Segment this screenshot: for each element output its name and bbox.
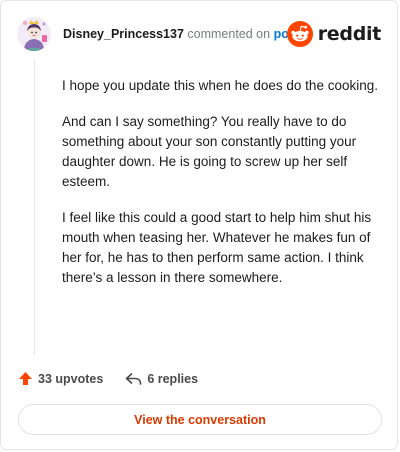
comment-actions: 33 upvotes 6 replies xyxy=(18,371,198,386)
commented-on-text: commented on xyxy=(187,27,271,41)
replies-button[interactable]: 6 replies xyxy=(125,372,198,386)
comment-header: Disney_Princess137 commented on post red… xyxy=(17,17,381,51)
reply-count: 6 replies xyxy=(147,371,199,386)
upvote-arrow-icon xyxy=(19,372,32,385)
reddit-snoo-icon xyxy=(286,21,313,47)
reddit-logo[interactable]: reddit xyxy=(286,21,382,47)
comment-paragraph: And can I say something? You really have… xyxy=(62,114,357,189)
upvote-button[interactable]: 33 upvotes xyxy=(18,371,103,386)
reply-arrow-icon xyxy=(126,372,142,385)
comment-paragraph: I hope you update this when he does do t… xyxy=(62,78,378,93)
thread-line xyxy=(34,59,35,355)
comment-paragraph: I feel like this could a good start to h… xyxy=(62,210,372,285)
reddit-wordmark: reddit xyxy=(317,23,382,45)
user-avatar-icon[interactable] xyxy=(17,17,51,51)
view-conversation-button[interactable]: View the conversation xyxy=(18,404,382,435)
comment-card: Disney_Princess137 commented on post red… xyxy=(0,0,398,450)
username-link[interactable]: Disney_Princess137 xyxy=(63,27,184,41)
comment-body: I hope you update this when he does do t… xyxy=(62,76,380,304)
comment-meta: Disney_Princess137 commented on post xyxy=(63,27,300,41)
upvote-count: 33 upvotes xyxy=(38,371,104,386)
